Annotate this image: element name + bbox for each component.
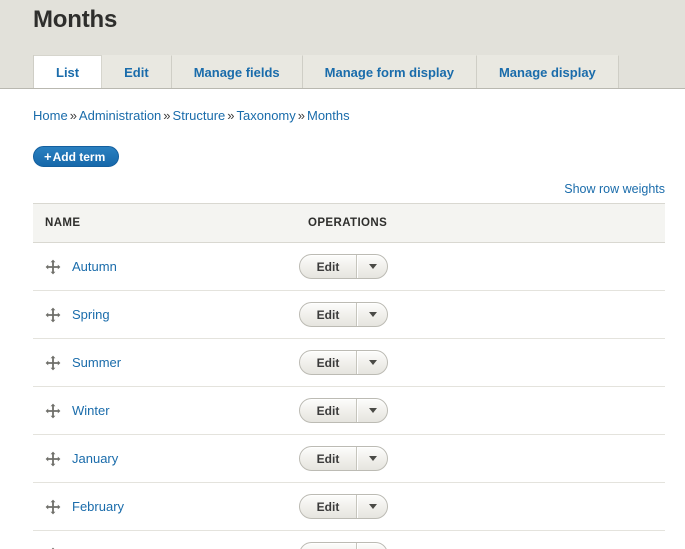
cell-operations: Edit [296,530,665,549]
breadcrumb-item-months: Months [307,108,350,123]
edit-button[interactable]: Edit [300,543,357,549]
move-cross-icon[interactable] [45,259,61,275]
cell-name: Autumn [33,242,296,291]
term-name-link[interactable]: February [72,499,124,514]
breadcrumb-item-structure[interactable]: Structure [173,108,226,123]
move-cross-icon[interactable] [45,451,61,467]
cell-operations: Edit [296,386,665,435]
edit-button[interactable]: Edit [300,351,357,374]
table-row: Summer Edit [33,338,665,387]
edit-dropbutton: Edit [299,398,388,423]
table-head: NAME OPERATIONS [33,203,665,243]
chevron-down-icon [368,456,377,461]
edit-button[interactable]: Edit [300,399,357,422]
terms-table: NAME OPERATIONS Autumn Edit Spring Edit Summ… [33,203,665,549]
dropbutton-toggle[interactable] [357,543,387,549]
breadcrumb-item-home[interactable]: Home [33,108,68,123]
term-name-link[interactable]: Summer [72,355,121,370]
taxonomy-term-overview-page: Months List Edit Manage fields Manage form … [0,0,685,549]
chevron-down-icon [368,312,377,317]
show-row-weights-link[interactable]: Show row weights [564,182,665,196]
table-row: Autumn Edit [33,242,665,291]
page-header-band: Months List Edit Manage fields Manage form … [0,0,685,89]
move-cross-icon[interactable] [45,307,61,323]
breadcrumb-separator: » [227,108,235,123]
cell-operations: Edit [296,290,665,339]
chevron-down-icon [368,504,377,509]
table-row: February Edit [33,482,665,531]
table-row: March Edit [33,530,665,549]
tab-label: Edit [124,65,149,80]
edit-button[interactable]: Edit [300,495,357,518]
edit-button[interactable]: Edit [300,447,357,470]
term-name-link[interactable]: Spring [72,307,110,322]
breadcrumb-item-administration[interactable]: Administration [79,108,161,123]
term-name-link[interactable]: Autumn [72,259,117,274]
plus-icon: + [44,149,52,164]
dropbutton-toggle[interactable] [357,399,387,422]
chevron-down-icon [368,408,377,413]
column-header-name: NAME [33,203,296,243]
edit-button[interactable]: Edit [300,255,357,278]
cell-operations: Edit [296,482,665,531]
cell-name: January [33,434,296,483]
edit-dropbutton: Edit [299,542,388,549]
tab-manage-form-display[interactable]: Manage form display [302,55,477,89]
add-term-button[interactable]: + Add term [33,146,120,167]
edit-dropbutton: Edit [299,446,388,471]
dropbutton-toggle[interactable] [357,351,387,374]
cell-operations: Edit [296,338,665,387]
chevron-down-icon [368,360,377,365]
cell-operations: Edit [296,242,665,291]
breadcrumb-separator: » [163,108,171,123]
breadcrumb-item-taxonomy[interactable]: Taxonomy [237,108,296,123]
edit-dropbutton: Edit [299,494,388,519]
cell-name: Spring [33,290,296,339]
table-body: Autumn Edit Spring Edit Summer Edit Winter Edit… [33,242,665,549]
table-row: January Edit [33,434,665,483]
cell-name: March [33,530,296,549]
edit-button[interactable]: Edit [300,303,357,326]
move-cross-icon[interactable] [45,403,61,419]
add-term-label: Add term [52,149,106,164]
dropbutton-toggle[interactable] [357,303,387,326]
breadcrumb-separator: » [69,108,77,123]
dropbutton-toggle[interactable] [357,447,387,470]
tab-label: Manage fields [193,65,280,80]
tab-manage-display[interactable]: Manage display [476,55,619,89]
tabs-underline [0,88,685,89]
tab-manage-fields[interactable]: Manage fields [171,55,303,89]
cell-name: February [33,482,296,531]
edit-dropbutton: Edit [299,254,388,279]
column-header-operations: OPERATIONS [296,203,665,243]
tab-list[interactable]: List [34,55,103,89]
tab-edit[interactable]: Edit [102,55,172,89]
dropbutton-toggle[interactable] [357,255,387,278]
move-cross-icon[interactable] [45,355,61,371]
dropbutton-toggle[interactable] [357,495,387,518]
breadcrumb: Home» Administration» Structure» Taxonomy» M… [33,108,350,123]
chevron-down-icon [368,264,377,269]
cell-name: Summer [33,338,296,387]
edit-dropbutton: Edit [299,350,388,375]
move-cross-icon[interactable] [45,499,61,515]
table-row: Winter Edit [33,386,665,435]
tab-label: Manage display [498,65,596,80]
cell-name: Winter [33,386,296,435]
primary-tabs: List Edit Manage fields Manage form display… [33,55,619,89]
tab-label: Manage form display [324,65,454,80]
breadcrumb-separator: » [297,108,305,123]
table-header-row: NAME OPERATIONS [33,203,665,243]
edit-dropbutton: Edit [299,302,388,327]
term-name-link[interactable]: January [72,451,118,466]
term-name-link[interactable]: Winter [72,403,110,418]
page-title: Months [33,6,118,33]
cell-operations: Edit [296,434,665,483]
table-row: Spring Edit [33,290,665,339]
tab-label: List [56,65,80,80]
